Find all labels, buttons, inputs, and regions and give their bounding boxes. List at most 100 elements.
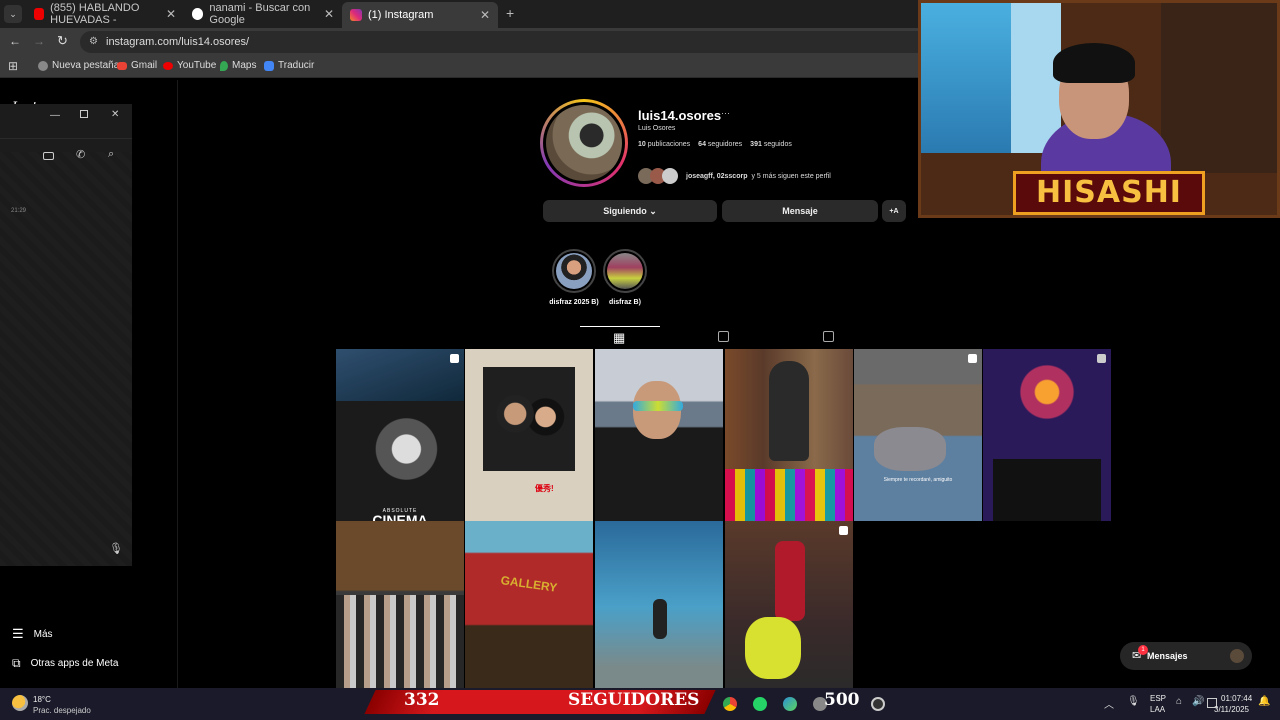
reload-icon[interactable]: ↻ — [57, 33, 68, 49]
following-button[interactable]: Siguiendo ⌄ — [543, 200, 717, 222]
post-tile[interactable] — [725, 349, 853, 521]
close-icon[interactable]: ✕ — [111, 109, 119, 120]
language-layout: LAA — [1150, 705, 1166, 714]
webcam-overlay: HISASHI — [918, 0, 1280, 218]
forward-icon[interactable]: → — [33, 34, 45, 48]
volume-icon[interactable]: 🔊 — [1192, 696, 1204, 707]
phone-icon[interactable]: ✆ — [76, 148, 85, 161]
post-tile[interactable] — [595, 349, 723, 521]
post-tile[interactable] — [336, 521, 464, 693]
microphone-icon[interactable]: 🎙 — [1127, 696, 1140, 707]
address-bar[interactable]: ⚙ instagram.com/luis14.osores/ — [80, 31, 940, 53]
post-tile[interactable] — [725, 521, 853, 693]
post-tile[interactable]: GALLERY — [465, 521, 593, 693]
clock-date[interactable]: 3/11/2025 — [1214, 705, 1249, 714]
followers-count: 64 — [698, 141, 706, 148]
youtube-icon — [34, 8, 45, 20]
search-icon[interactable]: ⌕ — [108, 148, 114, 161]
profile-avatar[interactable] — [540, 99, 628, 187]
post-tile[interactable]: 優秀! — [465, 349, 593, 521]
gmail-icon — [117, 61, 127, 70]
bookmark-new-tab[interactable]: Nueva pestaña — [38, 60, 119, 71]
notification-icon[interactable]: 🔔 — [1258, 696, 1270, 707]
add-person-icon: +A — [889, 207, 899, 215]
globe-icon — [38, 60, 48, 71]
tab-tagged[interactable] — [823, 331, 834, 342]
post-tile[interactable] — [595, 521, 723, 693]
whatsapp-icon[interactable] — [753, 697, 767, 711]
back-icon[interactable]: ← — [9, 34, 21, 48]
tab-instagram[interactable]: (1) Instagram ✕ — [342, 2, 498, 28]
follower-label: SEGUIDORES — [568, 690, 700, 710]
post-tile[interactable]: Siempre te recordaré, amiguito — [854, 349, 982, 521]
bookmark-youtube[interactable]: YouTube — [163, 60, 216, 71]
video-call-icon[interactable] — [43, 152, 54, 160]
close-icon[interactable]: ✕ — [324, 7, 334, 21]
weather-temp: 18°C — [33, 695, 51, 704]
following-label: seguidos — [763, 141, 792, 148]
bookmark-label: Maps — [232, 60, 257, 71]
followers-stat[interactable]: 64 seguidores — [698, 141, 742, 148]
dm-popup-window: — ✕ ✆ ⌕ 21:29 🎙 — [0, 104, 132, 566]
followed-by-row[interactable]: joseagff, 02sscorp y 5 más siguen este p… — [638, 168, 831, 184]
bookmark-label: YouTube — [177, 60, 217, 71]
following-stat[interactable]: 391 seguidos — [750, 141, 792, 148]
close-icon[interactable]: ✕ — [166, 7, 176, 21]
bookmark-translate[interactable]: Traducir — [264, 60, 314, 71]
messages-bubble[interactable]: ✉ 1 Mensajes — [1120, 642, 1252, 670]
bookmark-label: Gmail — [131, 60, 158, 71]
message-button[interactable]: Mensaje — [722, 200, 878, 222]
meta-apps-menu-item[interactable]: ⧉ Otras apps de Meta — [12, 656, 118, 671]
translate-icon — [264, 60, 274, 71]
more-menu-item[interactable]: ☰ Más — [12, 626, 53, 642]
chevron-up-icon[interactable]: ︿ — [1104, 696, 1114, 711]
tab-label: (1) Instagram — [368, 9, 434, 21]
highlight-item[interactable]: disfraz B) — [595, 249, 655, 306]
close-icon[interactable]: ✕ — [480, 8, 490, 22]
site-info-icon[interactable]: ⚙ — [89, 31, 98, 53]
hamburger-icon: ☰ — [12, 626, 24, 641]
follower-goal: 500 — [824, 690, 860, 710]
apps-icon[interactable]: ⊞ — [8, 59, 18, 73]
tab-search-icon[interactable]: ⌄ — [4, 5, 22, 23]
following-button-label: Siguiendo — [603, 206, 647, 216]
reel-icon — [968, 354, 977, 363]
obs-icon[interactable] — [871, 697, 885, 711]
message-button-label: Mensaje — [782, 206, 818, 216]
chevron-down-icon: ⌄ — [649, 205, 657, 216]
profile-options-icon[interactable]: ··· — [721, 108, 730, 118]
profile-username: luis14.osores — [638, 108, 722, 123]
language-code[interactable]: ESP — [1150, 694, 1166, 703]
maximize-icon[interactable] — [80, 110, 88, 118]
microphone-icon[interactable]: 🎙 — [109, 542, 123, 555]
reel-icon — [1097, 354, 1106, 363]
chat-background — [0, 152, 132, 566]
new-tab-button[interactable]: + — [506, 5, 514, 21]
post-tile[interactable] — [983, 349, 1111, 521]
posts-stat[interactable]: 10 publicaciones — [638, 141, 690, 148]
add-person-button[interactable]: +A — [882, 200, 906, 222]
dm-header — [0, 138, 132, 139]
bookmark-label: Traducir — [278, 60, 315, 71]
follower-avatar — [662, 168, 678, 184]
edge-icon[interactable] — [783, 697, 797, 711]
tab-youtube[interactable]: (855) HABLANDO HUEVADAS - ✕ — [26, 2, 184, 26]
tab-google[interactable]: nanami - Buscar con Google ✕ — [184, 2, 342, 26]
weather-text: Prac. despejado — [33, 706, 91, 715]
reel-icon — [839, 526, 848, 535]
minimize-icon[interactable]: — — [50, 110, 60, 121]
weather-icon — [12, 695, 28, 711]
clock-time[interactable]: 01:07:44 — [1221, 694, 1252, 703]
chrome-icon[interactable] — [723, 697, 737, 711]
meta-apps-label: Otras apps de Meta — [30, 658, 119, 669]
network-icon[interactable]: ⌂ — [1176, 696, 1182, 707]
tab-posts-grid[interactable]: ▦ — [613, 330, 625, 346]
tab-active-underline — [580, 326, 660, 327]
tab-label: (855) HABLANDO HUEVADAS - — [50, 2, 140, 26]
post-tile[interactable]: ABSOLUTE CINEMA — [336, 349, 464, 521]
tab-reels[interactable] — [718, 331, 729, 342]
highlight-cover — [603, 249, 647, 293]
bookmark-maps[interactable]: Maps — [220, 60, 256, 71]
followed-by-rest: y 5 más siguen este perfil — [751, 172, 831, 180]
bookmark-gmail[interactable]: Gmail — [117, 60, 157, 71]
